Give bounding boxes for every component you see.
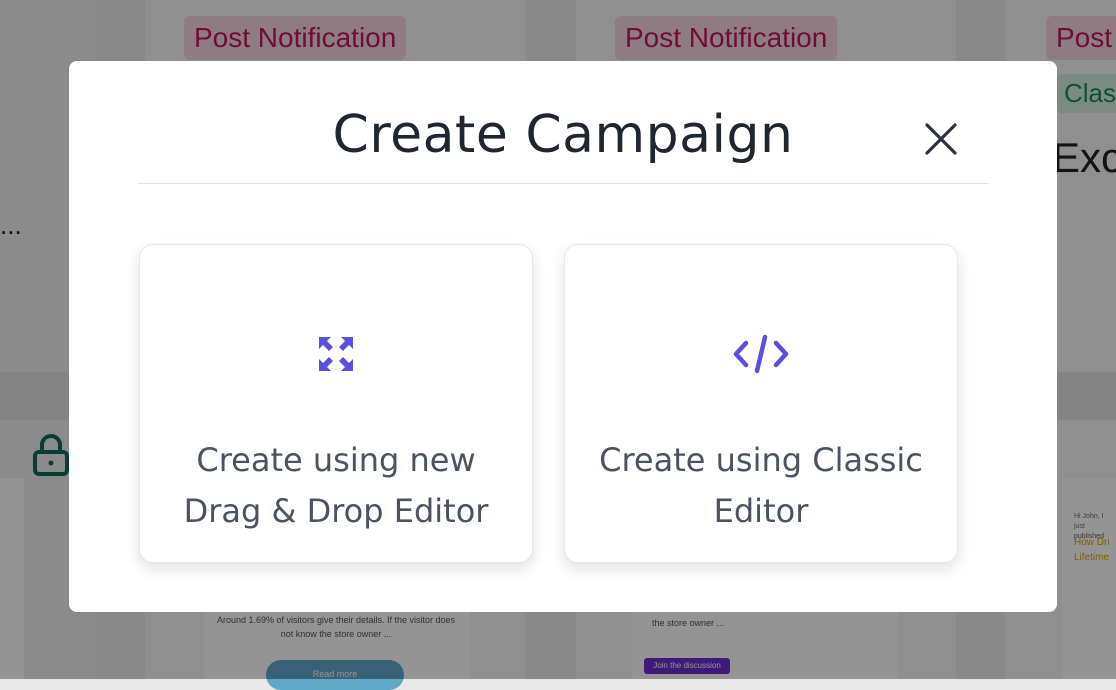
modal-divider <box>138 183 989 184</box>
classic-editor-label: Create using Classic Editor <box>599 441 923 530</box>
drag-drop-editor-label: Create using new Drag & Drop Editor <box>183 441 489 530</box>
expand-arrows-icon <box>319 337 353 371</box>
drag-drop-editor-option[interactable]: Create using new Drag & Drop Editor <box>139 244 533 563</box>
modal-title: Create Campaign <box>332 105 794 165</box>
close-icon[interactable] <box>921 119 961 159</box>
classic-editor-option[interactable]: Create using Classic Editor <box>564 244 958 563</box>
code-icon <box>733 334 789 374</box>
create-campaign-modal: Create Campaign Create using new Drag & … <box>69 61 1057 612</box>
